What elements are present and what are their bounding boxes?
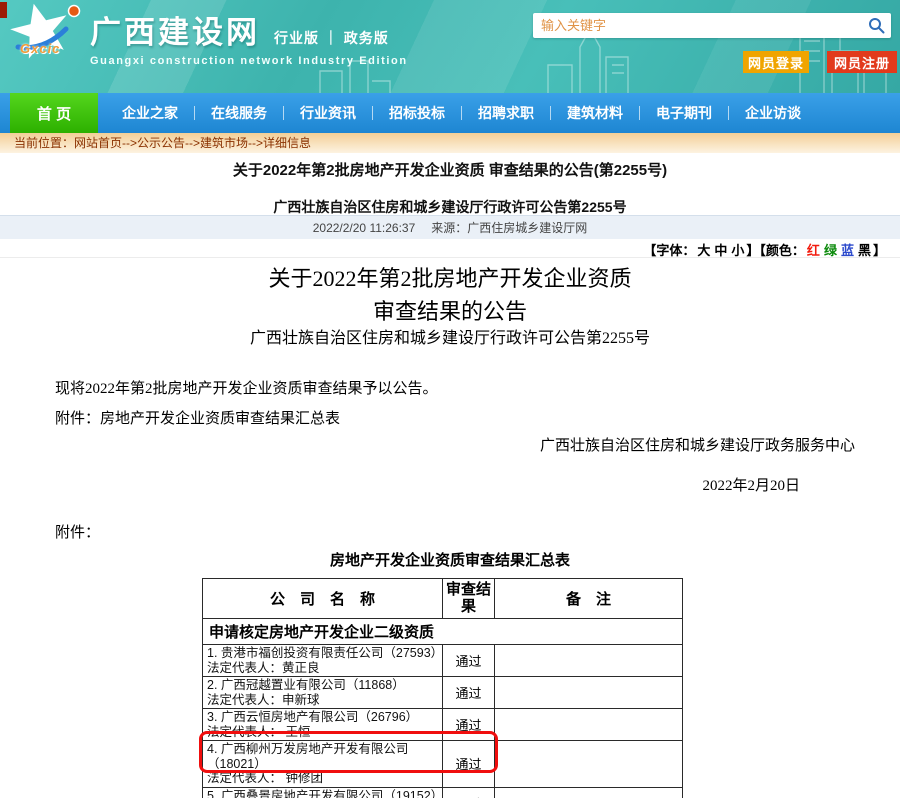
- section-title: 申请核定房地产开发企业二级资质: [203, 619, 683, 645]
- document-title-line2: 审查结果的公告: [0, 294, 900, 326]
- page: Gxcic 广西建设网 行业版 ｜ 政务版 Guangxi constructi…: [0, 0, 900, 798]
- color-label: 】【颜色：: [746, 243, 805, 258]
- publish-datetime: 2022/2/20 11:26:37: [313, 221, 416, 235]
- sign-date: 2022年2月20日: [702, 474, 800, 495]
- article-source: 来源：广西住房城乡建设厅网: [431, 219, 587, 236]
- company-name: 5. 广西叠景房地产开发有限公司（19152）: [207, 789, 442, 798]
- review-result: 通过: [443, 787, 495, 798]
- legal-representative: 法定代表人：黄正良: [207, 661, 442, 676]
- color-blue-button[interactable]: 蓝: [841, 243, 854, 258]
- document-paragraph: 现将2022年第2批房地产开发企业资质审查结果予以公告。: [55, 377, 438, 398]
- site-logo[interactable]: Gxcic: [6, 1, 90, 71]
- document-title-line1: 关于2022年第2批房地产开发企业资质: [0, 261, 900, 293]
- attachment-label: 附件：: [55, 521, 100, 542]
- nav-item-building-materials[interactable]: 建筑材料: [551, 103, 639, 123]
- company-name: 2. 广西冠越置业有限公司（11868）: [207, 678, 442, 693]
- color-green-button[interactable]: 绿: [824, 243, 837, 258]
- site-editions[interactable]: 行业版 ｜ 政务版: [274, 28, 389, 48]
- content-divider: [0, 257, 900, 258]
- table-header-row: 公 司 名 称 审查结果 备 注: [203, 579, 683, 619]
- page-title: 关于2022年第2批房地产开发企业资质 审查结果的公告(第2255号): [0, 159, 900, 180]
- nav-item-online-service[interactable]: 在线服务: [195, 103, 283, 123]
- column-header-company: 公 司 名 称: [203, 579, 443, 619]
- font-size-small-button[interactable]: 小: [731, 243, 744, 258]
- color-black-button[interactable]: 黑: [858, 243, 871, 258]
- table-row: 2. 广西冠越置业有限公司（11868） 法定代表人：申新球 通过: [203, 677, 683, 709]
- search-input[interactable]: [533, 13, 865, 38]
- note-cell: [495, 677, 683, 709]
- attachment-reference: 附件：房地产开发企业资质审查结果汇总表: [55, 407, 340, 428]
- nav-item-bidding[interactable]: 招标投标: [373, 103, 461, 123]
- table-row: 3. 广西云恒房地产有限公司（26796） 法定代表人： 王恒 通过: [203, 709, 683, 741]
- review-result: 通过: [443, 709, 495, 741]
- table-section-row: 申请核定房地产开发企业二级资质: [203, 619, 683, 645]
- nav-item-industry-news[interactable]: 行业资讯: [284, 103, 372, 123]
- font-size-medium-button[interactable]: 中: [714, 243, 727, 258]
- nav-item-home[interactable]: 首 页: [10, 93, 98, 133]
- column-header-result: 审查结果: [443, 579, 495, 619]
- member-register-button[interactable]: 网员注册: [827, 51, 897, 73]
- breadcrumb[interactable]: 当前位置：网站首页-->公示公告-->建筑市场-->详细信息: [0, 133, 900, 153]
- review-result: 通过: [443, 645, 495, 677]
- column-header-note: 备 注: [495, 579, 683, 619]
- site-subtitle-en: Guangxi construction network Industry Ed…: [90, 55, 408, 67]
- member-login-button[interactable]: 网员登录: [743, 51, 809, 73]
- font-size-label: 【字体：: [643, 243, 695, 258]
- search-box: [533, 13, 891, 38]
- legal-representative: 法定代表人：申新球: [207, 693, 442, 708]
- main-nav: 首 页 企业之家 在线服务 行业资讯 招标投标 招聘求职 建筑材料 电子期刊 企…: [0, 93, 900, 133]
- tools-suffix: 】: [873, 243, 886, 258]
- nav-item-e-journal[interactable]: 电子期刊: [640, 103, 728, 123]
- nav-item-enterprise-home[interactable]: 企业之家: [106, 103, 194, 123]
- star-logo-icon: [6, 1, 90, 67]
- table-row-highlighted: 4. 广西柳州万发房地产开发有限公司（18021） 法定代表人： 钟修团 通过: [203, 741, 683, 788]
- breadcrumb-marker: [0, 2, 7, 18]
- result-table: 公 司 名 称 审查结果 备 注 申请核定房地产开发企业二级资质 1. 贵港市福…: [202, 578, 683, 798]
- review-result: 通过: [443, 741, 495, 788]
- review-result: 通过: [443, 677, 495, 709]
- company-name: 1. 贵港市福创投资有限责任公司（27593）: [207, 646, 442, 661]
- note-cell: [495, 787, 683, 798]
- table-row: 1. 贵港市福创投资有限责任公司（27593） 法定代表人：黄正良 通过: [203, 645, 683, 677]
- site-header: Gxcic 广西建设网 行业版 ｜ 政务版 Guangxi constructi…: [0, 0, 900, 93]
- company-name: 3. 广西云恒房地产有限公司（26796）: [207, 710, 442, 725]
- legal-representative: 法定代表人： 钟修团: [207, 771, 442, 786]
- nav-item-recruitment[interactable]: 招聘求职: [462, 103, 550, 123]
- page-subtitle: 广西壮族自治区住房和城乡建设厅行政许可公告第2255号: [0, 197, 900, 217]
- site-name: 广西建设网: [90, 7, 260, 52]
- logo-text: Gxcic: [20, 41, 60, 56]
- color-red-button[interactable]: 红: [807, 243, 820, 258]
- table-title: 房地产开发企业资质审查结果汇总表: [0, 549, 900, 570]
- note-cell: [495, 645, 683, 677]
- issuer-name: 广西壮族自治区住房和城乡建设厅政务服务中心: [540, 434, 855, 455]
- search-icon[interactable]: [865, 15, 887, 37]
- document-number: 广西壮族自治区住房和城乡建设厅行政许可公告第2255号: [0, 324, 900, 348]
- nav-item-enterprise-interview[interactable]: 企业访谈: [729, 103, 817, 123]
- site-title-block: 广西建设网 行业版 ｜ 政务版 Guangxi construction net…: [90, 7, 408, 67]
- article-meta-bar: 2022/2/20 11:26:37 来源：广西住房城乡建设厅网: [0, 215, 900, 239]
- legal-representative: 法定代表人： 王恒: [207, 725, 442, 740]
- note-cell: [495, 741, 683, 788]
- company-name: 4. 广西柳州万发房地产开发有限公司（18021）: [207, 742, 442, 771]
- note-cell: [495, 709, 683, 741]
- font-size-large-button[interactable]: 大: [697, 243, 710, 258]
- table-row: 5. 广西叠景房地产开发有限公司（19152） 法定代表人： 陈焕进 通过: [203, 787, 683, 798]
